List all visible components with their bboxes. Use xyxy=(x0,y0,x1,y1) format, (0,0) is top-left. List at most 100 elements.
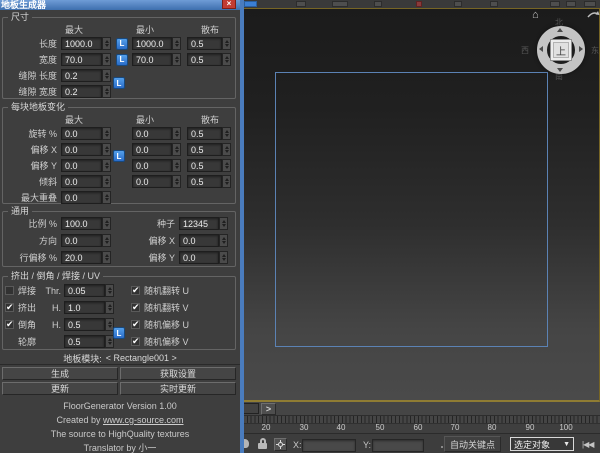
close-button[interactable]: × xyxy=(222,0,236,9)
offset-x-spread-field[interactable]: 0.5 xyxy=(187,143,222,156)
generate-button[interactable]: 生成 xyxy=(2,367,118,380)
orbit-arrow-icon[interactable] xyxy=(587,10,600,19)
dialog-titlebar[interactable]: 地板生成器 xyxy=(0,0,240,10)
toolbar-icon[interactable] xyxy=(332,1,348,7)
viewport[interactable]: 北 南 西 东 上 ⌂ xyxy=(244,8,600,402)
viewcube-rotate-down-arrow[interactable] xyxy=(557,68,563,72)
go-to-start-button[interactable]: |◀◀ xyxy=(582,440,593,449)
toolbar-icon[interactable] xyxy=(490,1,498,7)
width-spread-field[interactable]: 0.5 xyxy=(187,53,222,66)
spinner[interactable] xyxy=(222,143,231,156)
tilt-min-field[interactable]: 0.0 xyxy=(132,175,172,188)
toolbar-icon[interactable] xyxy=(244,1,257,7)
lock-button[interactable]: L xyxy=(116,38,128,50)
track-bar[interactable]: 20 30 40 50 60 70 80 90 100 xyxy=(244,416,600,433)
spinner[interactable] xyxy=(222,127,231,140)
spinner[interactable] xyxy=(102,191,111,204)
tilt-max-field[interactable]: 0.0 xyxy=(61,175,102,188)
max-overlap-field[interactable]: 0.0 xyxy=(61,191,102,204)
spinner[interactable] xyxy=(219,217,228,230)
next-frame-button[interactable]: > xyxy=(261,403,276,415)
tilt-spread-field[interactable]: 0.5 xyxy=(187,175,222,188)
rotation-max-field[interactable]: 0.0 xyxy=(61,127,102,140)
spinner[interactable] xyxy=(102,53,111,66)
direction-field[interactable]: 0.0 xyxy=(61,234,102,247)
length-max-field[interactable]: 1000.0 xyxy=(61,37,102,50)
extrude-checkbox[interactable]: ✔ xyxy=(5,303,14,312)
toolbar-icon[interactable] xyxy=(454,1,462,7)
toolbar-icon[interactable] xyxy=(584,1,596,7)
spinner[interactable] xyxy=(172,175,181,188)
get-settings-button[interactable]: 获取设置 xyxy=(120,367,236,380)
home-icon[interactable]: ⌂ xyxy=(532,10,539,21)
bevel-height-field[interactable]: 0.5 xyxy=(64,318,105,331)
viewcube-top-face[interactable]: 上 xyxy=(553,42,569,58)
spinner[interactable] xyxy=(222,159,231,172)
floor-module-target[interactable]: < Rectangle001 > xyxy=(106,353,177,363)
spinner[interactable] xyxy=(172,143,181,156)
spinner[interactable] xyxy=(102,234,111,247)
bevel-lock-button[interactable]: L xyxy=(113,327,125,339)
spinner[interactable] xyxy=(102,143,111,156)
spinner[interactable] xyxy=(219,234,228,247)
width-max-field[interactable]: 70.0 xyxy=(61,53,102,66)
statusbar-icon[interactable] xyxy=(244,439,249,448)
rectangle-spline[interactable] xyxy=(275,72,548,347)
viewcube-rotate-up-arrow[interactable] xyxy=(557,28,563,32)
offset-y-max-field[interactable]: 0.0 xyxy=(61,159,102,172)
viewcube[interactable]: 上 xyxy=(550,39,572,61)
offset-lock-button[interactable]: L xyxy=(113,150,125,162)
outline-field[interactable]: 0.5 xyxy=(64,335,105,348)
spinner[interactable] xyxy=(222,175,231,188)
time-slider[interactable] xyxy=(244,403,259,414)
auto-key-button[interactable]: 自动关键点 xyxy=(444,436,501,452)
selection-lock-icon[interactable] xyxy=(258,438,268,450)
random-offset-u-checkbox[interactable]: ✔ xyxy=(131,320,140,329)
cg-source-link[interactable]: www.cg-source.com xyxy=(103,415,184,425)
toolbar-icon[interactable] xyxy=(550,1,560,7)
general-offset-y-field[interactable]: 0.0 xyxy=(179,251,219,264)
realtime-update-button[interactable]: 实时更新 xyxy=(120,382,236,395)
viewcube-rotate-right-arrow[interactable] xyxy=(579,46,583,52)
spinner[interactable] xyxy=(102,37,111,50)
transform-typein-toggle[interactable] xyxy=(274,438,287,451)
spinner[interactable] xyxy=(172,127,181,140)
spinner[interactable] xyxy=(219,251,228,264)
weld-checkbox[interactable] xyxy=(5,286,14,295)
offset-y-min-field[interactable]: 0.0 xyxy=(132,159,172,172)
random-flip-v-checkbox[interactable]: ✔ xyxy=(131,303,140,312)
spinner[interactable] xyxy=(102,251,111,264)
general-offset-x-field[interactable]: 0.0 xyxy=(179,234,219,247)
weld-threshold-field[interactable]: 0.05 xyxy=(64,284,105,297)
spinner[interactable] xyxy=(222,37,231,50)
toolbar-icon[interactable] xyxy=(374,1,382,7)
gap-width-field[interactable]: 0.2 xyxy=(61,85,102,98)
seed-field[interactable]: 12345 xyxy=(179,217,219,230)
rotation-spread-field[interactable]: 0.5 xyxy=(187,127,222,140)
spinner[interactable] xyxy=(102,217,111,230)
offset-y-spread-field[interactable]: 0.5 xyxy=(187,159,222,172)
x-coordinate-field[interactable] xyxy=(302,439,356,452)
bevel-checkbox[interactable]: ✔ xyxy=(5,320,14,329)
spinner[interactable] xyxy=(105,284,114,297)
spinner[interactable] xyxy=(102,159,111,172)
length-min-field[interactable]: 1000.0 xyxy=(132,37,172,50)
gap-length-field[interactable]: 0.2 xyxy=(61,69,102,82)
spinner[interactable] xyxy=(102,85,111,98)
spinner[interactable] xyxy=(222,53,231,66)
viewcube-rotate-left-arrow[interactable] xyxy=(539,46,543,52)
compass-west-label[interactable]: 西 xyxy=(521,45,529,56)
extrude-height-field[interactable]: 1.0 xyxy=(64,301,105,314)
offset-x-min-field[interactable]: 0.0 xyxy=(132,143,172,156)
toolbar-icon[interactable] xyxy=(416,1,422,7)
y-coordinate-field[interactable] xyxy=(372,439,424,452)
spinner[interactable] xyxy=(172,159,181,172)
update-button[interactable]: 更新 xyxy=(2,382,118,395)
toolbar-icon[interactable] xyxy=(566,1,576,7)
spinner[interactable] xyxy=(172,37,181,50)
length-spread-field[interactable]: 0.5 xyxy=(187,37,222,50)
gap-lock-button[interactable]: L xyxy=(113,77,125,89)
scale-field[interactable]: 100.0 xyxy=(61,217,102,230)
spinner[interactable] xyxy=(102,69,111,82)
compass-east-label[interactable]: 东 xyxy=(591,45,599,56)
